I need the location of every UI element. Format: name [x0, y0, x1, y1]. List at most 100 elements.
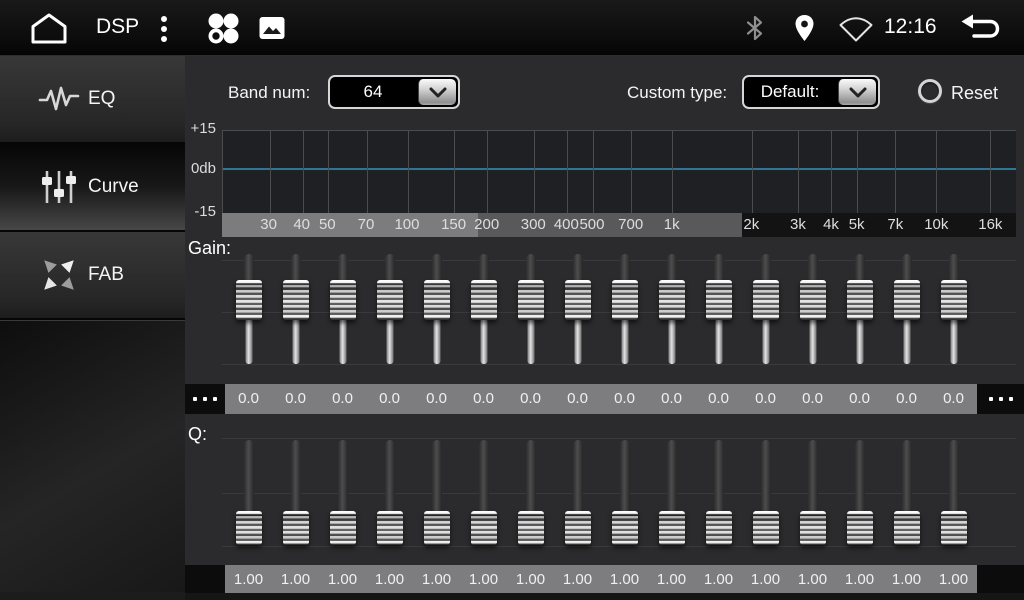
- grid-line: [408, 131, 409, 213]
- curve-panel: Band num: 64 Custom type: Default: Reset…: [185, 56, 1024, 600]
- gain-slider[interactable]: [695, 250, 742, 366]
- gain-slider[interactable]: [742, 250, 789, 366]
- q-slider-thumb[interactable]: [941, 511, 967, 545]
- gain-slider[interactable]: [460, 250, 507, 366]
- q-slider[interactable]: [460, 437, 507, 548]
- apps-clover-icon[interactable]: [206, 11, 241, 51]
- q-slider[interactable]: [554, 437, 601, 548]
- gain-slider-thumb[interactable]: [847, 280, 873, 320]
- gain-slider[interactable]: [366, 250, 413, 366]
- q-slider-thumb[interactable]: [800, 511, 826, 545]
- q-slider[interactable]: [413, 437, 460, 548]
- slider-track: [808, 440, 818, 516]
- q-slider[interactable]: [789, 437, 836, 548]
- q-slider-thumb[interactable]: [706, 511, 732, 545]
- q-slider-thumb[interactable]: [283, 511, 309, 545]
- gain-slider-thumb[interactable]: [424, 280, 450, 320]
- chevron-down-icon[interactable]: [418, 79, 456, 105]
- sidebar-item-curve[interactable]: Curve: [0, 144, 185, 232]
- gain-slider-thumb[interactable]: [565, 280, 591, 320]
- gain-slider-thumb[interactable]: [283, 280, 309, 320]
- gain-slider-thumb[interactable]: [471, 280, 497, 320]
- q-slider-thumb[interactable]: [565, 511, 591, 545]
- gain-slider[interactable]: [272, 250, 319, 366]
- gain-slider[interactable]: [648, 250, 695, 366]
- reset-button[interactable]: Reset: [951, 83, 998, 104]
- gain-slider[interactable]: [930, 250, 977, 366]
- gain-value: 0.0: [836, 384, 883, 414]
- gallery-icon[interactable]: [259, 16, 285, 45]
- q-slider[interactable]: [883, 437, 930, 548]
- slider-track: [762, 318, 769, 364]
- gain-slider-thumb[interactable]: [377, 280, 403, 320]
- sidebar-item-eq[interactable]: EQ: [0, 56, 185, 144]
- q-slider[interactable]: [272, 437, 319, 548]
- home-icon[interactable]: [26, 11, 72, 50]
- q-slider-thumb[interactable]: [471, 511, 497, 545]
- band-num-dropdown[interactable]: 64: [328, 75, 460, 109]
- q-slider[interactable]: [507, 437, 554, 548]
- q-slider-thumb[interactable]: [894, 511, 920, 545]
- gain-slider[interactable]: [554, 250, 601, 366]
- q-slider[interactable]: [319, 437, 366, 548]
- q-slider-thumb[interactable]: [612, 511, 638, 545]
- gain-value: 0.0: [225, 384, 272, 414]
- gain-slider[interactable]: [601, 250, 648, 366]
- slider-track: [338, 440, 348, 516]
- scroll-bands-right-button[interactable]: [977, 384, 1024, 414]
- grid-line: [328, 131, 329, 213]
- gain-slider[interactable]: [413, 250, 460, 366]
- q-value: 1.00: [695, 565, 742, 593]
- q-slider[interactable]: [836, 437, 883, 548]
- gain-slider-thumb[interactable]: [612, 280, 638, 320]
- q-slider[interactable]: [695, 437, 742, 548]
- q-slider-thumb[interactable]: [424, 511, 450, 545]
- slider-track: [714, 440, 724, 516]
- q-slider[interactable]: [930, 437, 977, 548]
- custom-type-value: Default:: [744, 77, 836, 107]
- gain-slider-thumb[interactable]: [330, 280, 356, 320]
- freq-axis-segment: [478, 213, 743, 237]
- gain-slider[interactable]: [319, 250, 366, 366]
- gain-slider-thumb[interactable]: [800, 280, 826, 320]
- grid-line: [270, 131, 271, 213]
- fader-arrows-icon: [38, 254, 80, 296]
- gain-slider-thumb[interactable]: [659, 280, 685, 320]
- gain-slider-thumb[interactable]: [894, 280, 920, 320]
- gain-slider[interactable]: [507, 250, 554, 366]
- q-slider[interactable]: [742, 437, 789, 548]
- q-slider-thumb[interactable]: [236, 511, 262, 545]
- gain-slider[interactable]: [225, 250, 272, 366]
- q-slider[interactable]: [601, 437, 648, 548]
- gain-slider[interactable]: [883, 250, 930, 366]
- gain-slider[interactable]: [789, 250, 836, 366]
- q-slider-thumb[interactable]: [847, 511, 873, 545]
- sidebar-item-fab[interactable]: FAB: [0, 232, 185, 320]
- gain-slider-thumb[interactable]: [753, 280, 779, 320]
- gain-slider[interactable]: [836, 250, 883, 366]
- menu-dots-icon[interactable]: [160, 15, 168, 48]
- radio-circle-icon[interactable]: [918, 79, 942, 103]
- q-slider-thumb[interactable]: [330, 511, 356, 545]
- scroll-bands-left-button[interactable]: [185, 384, 225, 414]
- gain-slider-thumb[interactable]: [518, 280, 544, 320]
- vertical-sliders-icon: [38, 166, 80, 208]
- custom-type-dropdown[interactable]: Default:: [742, 75, 880, 109]
- back-icon[interactable]: [958, 13, 1006, 48]
- chevron-down-icon[interactable]: [838, 79, 876, 105]
- slider-track: [526, 440, 536, 516]
- q-value: 1.00: [507, 565, 554, 593]
- gain-slider-thumb[interactable]: [236, 280, 262, 320]
- q-slider-thumb[interactable]: [753, 511, 779, 545]
- gain-value: 0.0: [601, 384, 648, 414]
- q-slider-thumb[interactable]: [659, 511, 685, 545]
- q-slider-thumb[interactable]: [377, 511, 403, 545]
- q-slider-thumb[interactable]: [518, 511, 544, 545]
- freq-tick-label: 10k: [924, 213, 948, 237]
- freq-tick-label: 4k: [823, 213, 839, 237]
- gain-slider-thumb[interactable]: [941, 280, 967, 320]
- q-slider[interactable]: [366, 437, 413, 548]
- q-slider[interactable]: [225, 437, 272, 548]
- q-slider[interactable]: [648, 437, 695, 548]
- gain-slider-thumb[interactable]: [706, 280, 732, 320]
